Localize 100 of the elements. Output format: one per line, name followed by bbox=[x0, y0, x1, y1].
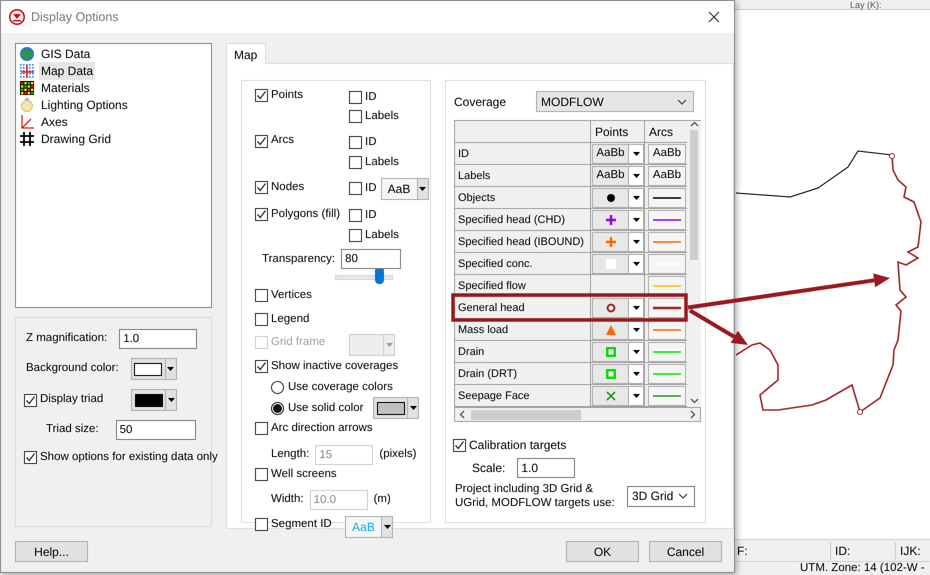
tree-item[interactable]: Materials bbox=[19, 79, 208, 96]
check-mark-icon bbox=[256, 208, 267, 220]
radio-button[interactable]: Use solid color bbox=[271, 400, 364, 417]
line-style-button[interactable] bbox=[648, 298, 686, 318]
text-field[interactable]: 1.0 bbox=[517, 458, 576, 478]
dot-grid-icon bbox=[19, 62, 35, 78]
color-dropdown[interactable] bbox=[373, 397, 420, 420]
checkbox[interactable]: Polygons (fill) bbox=[255, 206, 340, 223]
symbol-dropdown[interactable]: AaBb bbox=[592, 166, 644, 186]
line-style-button[interactable] bbox=[648, 276, 686, 296]
vertical-scrollbar[interactable] bbox=[687, 121, 701, 407]
checkbox[interactable]: Arcs bbox=[255, 132, 294, 150]
line-style-button[interactable]: AaBb bbox=[648, 144, 686, 164]
check-mark-icon bbox=[25, 452, 36, 464]
axes-icon bbox=[19, 114, 35, 130]
checkbox[interactable]: Show inactive coverages bbox=[255, 358, 398, 376]
tree-item[interactable]: Lighting Options bbox=[19, 96, 208, 113]
globe-icon bbox=[19, 46, 35, 62]
light-bulb-icon bbox=[19, 96, 35, 112]
checkbox[interactable]: Labels bbox=[349, 227, 399, 244]
coverage-dropdown[interactable]: MODFLOW bbox=[536, 91, 694, 112]
field-label: Scale: bbox=[472, 460, 506, 477]
caret-icon bbox=[632, 350, 640, 354]
horizontal-scrollbar[interactable] bbox=[454, 408, 701, 422]
column-header: Arcs bbox=[645, 121, 687, 142]
symbol-dropdown[interactable] bbox=[592, 320, 644, 340]
color-grid-icon bbox=[19, 80, 35, 96]
chevron-up-icon bbox=[690, 121, 698, 127]
close-icon bbox=[708, 11, 720, 23]
field-label: Transparency: bbox=[262, 252, 336, 266]
symbol-dropdown[interactable]: AaBb bbox=[592, 144, 644, 164]
checkbox[interactable]: Segment ID bbox=[255, 516, 332, 534]
caret-icon bbox=[386, 342, 392, 347]
color-dropdown[interactable] bbox=[130, 358, 177, 380]
check-mark-icon bbox=[454, 440, 465, 450]
caret-icon bbox=[632, 240, 640, 244]
radio-button[interactable]: Use coverage colors bbox=[271, 379, 393, 396]
symbol-dropdown[interactable] bbox=[592, 188, 644, 208]
line-style-button[interactable]: AaBb bbox=[648, 166, 686, 186]
tree-item[interactable]: Drawing Grid bbox=[19, 130, 208, 147]
table-cell: ID bbox=[455, 143, 591, 164]
caret-icon bbox=[632, 218, 640, 222]
caret-icon bbox=[632, 152, 640, 156]
checkbox[interactable]: Vertices bbox=[255, 287, 312, 304]
checkbox[interactable]: ID bbox=[349, 88, 376, 106]
app-logo-icon bbox=[9, 9, 25, 25]
field-label: Z magnification: bbox=[26, 331, 108, 346]
caret-icon bbox=[410, 406, 417, 410]
table-cell: Specified head (IBOUND) bbox=[455, 231, 591, 252]
checkbox[interactable]: Show options for existing data only bbox=[24, 449, 218, 466]
cancel-button[interactable]: Cancel bbox=[649, 541, 722, 562]
caret-icon bbox=[632, 174, 640, 178]
text-field[interactable]: 50 bbox=[116, 420, 196, 440]
checkbox[interactable]: Nodes bbox=[255, 178, 304, 196]
font-dropdown[interactable]: AaB bbox=[380, 178, 428, 200]
field-label: Triad size: bbox=[46, 422, 99, 438]
grid-dropdown[interactable]: 3D Grid bbox=[627, 486, 695, 506]
table-cell: Specified flow bbox=[455, 275, 591, 296]
checkbox[interactable]: Legend bbox=[255, 310, 310, 328]
check-mark-icon bbox=[25, 394, 36, 406]
symbol-dropdown[interactable] bbox=[592, 298, 644, 318]
check-mark-icon bbox=[256, 361, 267, 372]
checkbox[interactable]: Display triad bbox=[24, 391, 124, 409]
ok-button[interactable]: OK bbox=[566, 541, 639, 562]
checkbox[interactable]: Well screens bbox=[255, 466, 337, 483]
table-cell: General head bbox=[455, 297, 591, 318]
text-field[interactable]: 1.0 bbox=[119, 329, 198, 349]
status-field: F: bbox=[737, 542, 830, 560]
grid-icon bbox=[19, 130, 35, 146]
chevron-down-icon bbox=[678, 493, 688, 499]
color-dropdown[interactable] bbox=[131, 389, 177, 411]
tab[interactable]: Map bbox=[226, 43, 266, 64]
help-button[interactable]: Help... bbox=[15, 541, 88, 562]
checkbox[interactable]: ID bbox=[349, 134, 376, 152]
caret-icon bbox=[632, 306, 640, 310]
caret-icon bbox=[632, 394, 640, 398]
tree-item[interactable]: Map Data bbox=[19, 62, 208, 79]
checkbox[interactable]: Arc direction arrows bbox=[255, 420, 373, 438]
checkbox[interactable]: Labels bbox=[349, 108, 399, 126]
slider-thumb[interactable] bbox=[374, 268, 384, 284]
checkbox[interactable]: Labels bbox=[349, 154, 399, 171]
table-cell: Objects bbox=[455, 187, 591, 208]
chevron-down-icon bbox=[677, 98, 688, 104]
chevron-left-icon bbox=[459, 410, 465, 419]
line-style-button[interactable] bbox=[648, 320, 686, 340]
tree-item[interactable]: GIS Data bbox=[19, 45, 208, 62]
layer-label: Lay (K): bbox=[850, 0, 882, 10]
caret-icon bbox=[167, 367, 174, 371]
tree-item[interactable]: Axes bbox=[19, 113, 208, 130]
line-style-button[interactable] bbox=[648, 188, 686, 208]
checkbox[interactable]: ID bbox=[349, 207, 376, 225]
text-field[interactable]: 80 bbox=[341, 249, 402, 270]
checkbox[interactable]: ID bbox=[349, 180, 376, 198]
checkbox[interactable]: Calibration targets bbox=[453, 436, 566, 454]
check-mark-icon bbox=[256, 90, 267, 102]
checkbox[interactable]: Points bbox=[255, 87, 303, 104]
chevron-right-icon bbox=[690, 410, 696, 419]
caret-icon bbox=[632, 196, 640, 200]
check-mark-icon bbox=[256, 182, 267, 193]
status-field: IJK: bbox=[895, 542, 930, 560]
